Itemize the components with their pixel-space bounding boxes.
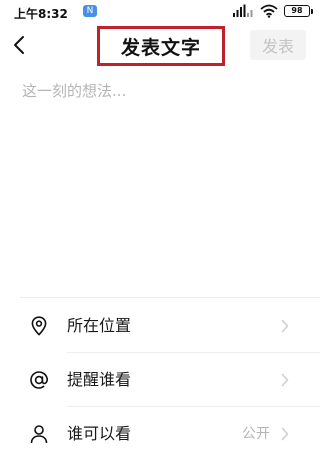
option-mention[interactable]: 提醒谁看 xyxy=(0,353,320,407)
divider xyxy=(20,297,320,298)
option-label: 谁可以看 xyxy=(67,424,132,443)
option-label: 所在位置 xyxy=(67,316,132,335)
signal-icon xyxy=(233,4,253,17)
option-value: 公开 xyxy=(242,426,270,442)
status-bar: 上午8:32 N 98 xyxy=(0,0,320,22)
chevron-right-icon xyxy=(281,427,289,441)
option-location[interactable]: 所在位置 xyxy=(0,299,320,353)
chevron-right-icon xyxy=(281,373,289,387)
person-icon xyxy=(28,423,50,445)
option-visibility[interactable]: 谁可以看 公开 xyxy=(0,407,320,461)
publish-button[interactable]: 发表 xyxy=(250,30,306,60)
status-indicators: 98 xyxy=(232,4,313,18)
chevron-right-icon xyxy=(281,319,289,333)
at-sign-icon xyxy=(28,369,50,391)
header-bar: 发表文字 发表 xyxy=(0,24,320,68)
location-pin-icon xyxy=(28,315,50,337)
chevron-left-icon xyxy=(14,36,24,54)
back-button[interactable] xyxy=(8,32,30,58)
notification-badge-icon: N xyxy=(83,5,97,17)
compose-text-input[interactable] xyxy=(22,80,302,280)
option-label: 提醒谁看 xyxy=(67,370,132,389)
wifi-icon xyxy=(260,4,278,18)
page-title: 发表文字 xyxy=(120,36,201,59)
title-highlight-box: 发表文字 xyxy=(97,26,225,66)
status-time: 上午8:32 xyxy=(14,7,68,21)
battery-icon: 98 xyxy=(284,5,313,17)
